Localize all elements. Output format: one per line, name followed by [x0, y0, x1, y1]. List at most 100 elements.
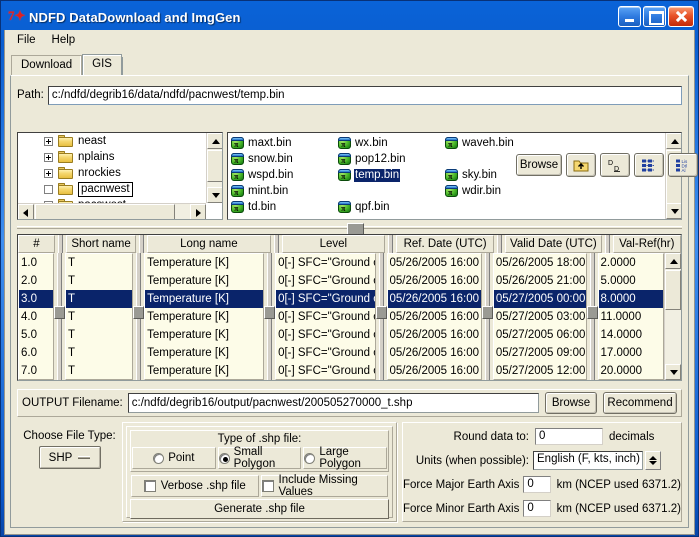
cell-val-ref[interactable]: 20.0000 [599, 362, 663, 379]
list-item[interactable] [337, 183, 444, 199]
column-header-ref-date[interactable]: Ref. Date (UTC) [396, 235, 495, 253]
units-value[interactable]: English (F, kts, inch) [533, 451, 643, 470]
cell-number[interactable]: 7.0 [19, 362, 53, 379]
tree-horizontal-scrollbar[interactable] [18, 203, 206, 219]
minimize-button[interactable] [618, 6, 641, 27]
column-splitter[interactable] [601, 235, 613, 253]
cell-valid-date[interactable]: 05/26/2005 21:00 [494, 272, 586, 290]
cell-short-name[interactable]: T [65, 290, 133, 308]
column-resize-handle[interactable] [481, 253, 493, 380]
scroll-thumb[interactable] [665, 270, 681, 310]
cell-ref-date[interactable]: 05/26/2005 16:00 [388, 326, 481, 344]
cell-long-name[interactable]: Temperature [K] [145, 344, 263, 362]
cell-val-ref[interactable]: 14.0000 [599, 326, 663, 344]
list-item-selected[interactable]: π temp.bin [337, 167, 444, 183]
column-resize-handle[interactable] [133, 253, 145, 380]
column-splitter[interactable] [270, 235, 282, 253]
tree-item-nrockies[interactable]: nrockies [18, 165, 222, 181]
cell-number[interactable]: 2.0 [19, 272, 53, 290]
grid-vertical-scrollbar[interactable] [664, 253, 681, 380]
cell-short-name[interactable]: T [66, 362, 132, 379]
cell-long-name[interactable]: Temperature [K] [145, 362, 263, 379]
cell-val-ref[interactable]: 2.0000 [599, 254, 663, 272]
checkbox-icon[interactable] [143, 480, 156, 492]
tree-item-pacnwest[interactable]: pacnwest [18, 181, 222, 197]
column-resize-handle[interactable] [375, 253, 387, 380]
list-item[interactable]: π mint.bin [230, 183, 337, 199]
column-header-valid-date[interactable]: Valid Date (UTC) [505, 235, 602, 253]
tab-download[interactable]: Download [11, 55, 83, 75]
column-resize-handle[interactable] [53, 253, 65, 380]
scroll-right-button[interactable] [190, 204, 206, 219]
cell-level[interactable]: 0[-] SFC="Ground or wa [276, 362, 374, 379]
tree-vertical-scrollbar[interactable] [206, 133, 222, 203]
browse-path-button[interactable]: Browse [516, 154, 562, 176]
cell-short-name[interactable]: T [66, 344, 132, 362]
cell-val-ref[interactable]: 8.0000 [598, 290, 663, 308]
cell-level[interactable]: 0[-] SFC="Ground or wa [276, 344, 374, 362]
cell-level[interactable]: 0[-] SFC="Ground or wa [276, 326, 374, 344]
expand-plus-icon[interactable] [44, 152, 53, 162]
cell-short-name[interactable]: T [66, 308, 132, 326]
grid-column-long-name[interactable]: Temperature [K] Temperature [K] Temperat… [144, 253, 265, 380]
list-item[interactable]: π waveh.bin [444, 135, 551, 151]
scroll-down-button[interactable] [207, 187, 222, 203]
cell-val-ref[interactable]: 17.0000 [599, 344, 663, 362]
round-data-input[interactable]: 0 [535, 428, 603, 445]
cell-number[interactable]: 3.0 [19, 290, 53, 308]
radio-small-polygon[interactable]: Small Polygon [217, 446, 302, 470]
column-splitter[interactable] [54, 235, 66, 253]
column-resize-handle[interactable] [264, 253, 276, 380]
checkbox-icon[interactable] [261, 480, 274, 492]
details-view-icon[interactable]: Lis Dtl Al [668, 153, 698, 177]
expand-plus-icon[interactable] [44, 168, 53, 178]
scroll-thumb[interactable] [207, 150, 222, 182]
cell-ref-date[interactable]: 05/26/2005 16:00 [388, 344, 481, 362]
column-header-long-name[interactable]: Long name [147, 235, 271, 253]
list-item[interactable]: π wx.bin [337, 135, 444, 151]
cell-ref-date[interactable]: 05/26/2005 16:00 [388, 362, 481, 379]
column-splitter[interactable] [385, 235, 397, 253]
tab-gis[interactable]: GIS [82, 54, 122, 75]
menu-help[interactable]: Help [44, 32, 84, 48]
cell-level[interactable]: 0[-] SFC="Ground or wa [276, 254, 374, 272]
maximize-button[interactable] [643, 6, 666, 27]
cell-valid-date[interactable]: 05/27/2005 00:00 [493, 290, 586, 308]
close-button[interactable] [668, 6, 694, 27]
scroll-up-button[interactable] [666, 133, 681, 149]
cell-short-name[interactable]: T [66, 326, 132, 344]
tree-item-nplains[interactable]: nplains [18, 149, 222, 165]
grid-column-val-ref[interactable]: 2.0000 5.0000 8.0000 11.0000 14.0000 17.… [597, 253, 664, 380]
recommend-button[interactable]: Recommend [603, 392, 677, 414]
force-major-axis-input[interactable]: 0 [523, 476, 551, 493]
grid-column-valid-date[interactable]: 05/26/2005 18:00 05/26/2005 21:00 05/27/… [492, 253, 587, 380]
cell-valid-date[interactable]: 05/27/2005 09:00 [494, 344, 586, 362]
list-item[interactable]: π wdir.bin [444, 183, 551, 199]
scroll-thumb[interactable] [35, 204, 175, 219]
cell-number[interactable]: 1.0 [19, 254, 53, 272]
expand-empty-icon[interactable] [44, 184, 53, 194]
cell-ref-date[interactable]: 05/26/2005 16:00 [388, 272, 481, 290]
list-item[interactable]: π maxt.bin [230, 135, 337, 151]
scroll-up-button[interactable] [665, 253, 681, 269]
cell-valid-date[interactable]: 05/27/2005 03:00 [494, 308, 586, 326]
column-header-level[interactable]: Level [281, 235, 386, 253]
grid-column-level[interactable]: 0[-] SFC="Ground or wa 0[-] SFC="Ground … [275, 253, 376, 380]
radio-point[interactable]: Point [132, 447, 216, 469]
radio-button-selected-icon[interactable] [218, 452, 230, 464]
cell-valid-date[interactable]: 05/26/2005 18:00 [494, 254, 586, 272]
units-spinner[interactable] [645, 451, 661, 470]
cell-long-name[interactable]: Temperature [K] [145, 254, 263, 272]
list-item[interactable]: π snow.bin [230, 151, 337, 167]
scroll-down-button[interactable] [666, 203, 681, 219]
folder-tree[interactable]: neast nplains nrockies pacnwest [17, 132, 223, 220]
expand-plus-icon[interactable] [44, 136, 53, 146]
column-header-val-ref[interactable]: Val-Ref(hr) [612, 235, 681, 253]
cell-ref-date[interactable]: 05/26/2005 16:00 [388, 254, 481, 272]
menu-file[interactable]: File [9, 32, 44, 48]
tree-item-neast[interactable]: neast [18, 133, 222, 149]
cell-ref-date[interactable]: 05/26/2005 16:00 [387, 290, 481, 308]
data-grid[interactable]: # Short name Long name Level Ref. Date (… [17, 234, 682, 381]
browse-output-button[interactable]: Browse [545, 392, 597, 414]
checkbox-include-missing-values[interactable]: Include Missing Values [260, 474, 388, 498]
